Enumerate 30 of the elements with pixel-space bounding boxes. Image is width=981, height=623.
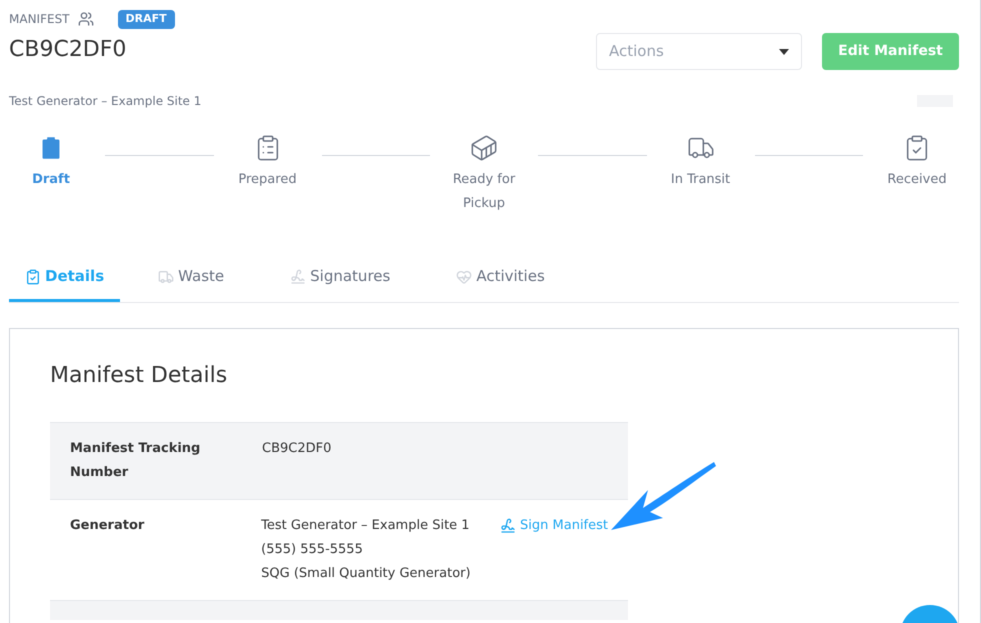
caret-icon bbox=[779, 48, 789, 54]
row-value: Test Generator – Example Site 1 bbox=[261, 517, 471, 535]
row-value: (555) 555-5555 bbox=[261, 541, 364, 559]
step-label: In Transit bbox=[670, 171, 730, 189]
signature-icon bbox=[500, 518, 516, 534]
tab-icon bbox=[25, 268, 41, 284]
people-icon bbox=[78, 11, 94, 28]
actions-select[interactable]: Actions bbox=[596, 33, 802, 70]
eyebrow-label: MANIFEST bbox=[9, 11, 70, 28]
row-label: Manifest Tracking Number bbox=[70, 440, 202, 482]
details-title: Manifest Details bbox=[50, 362, 228, 390]
tab-icon bbox=[456, 268, 472, 284]
row-label: Generator bbox=[70, 517, 146, 535]
step-label: Prepared bbox=[238, 171, 297, 189]
tab[interactable]: Details bbox=[9, 254, 120, 302]
site-subtitle: Test Generator – Example Site 1 bbox=[9, 93, 202, 110]
step-label: Ready for Pickup bbox=[452, 171, 516, 213]
row-value: SQG (Small Quantity Generator) bbox=[261, 565, 472, 583]
manifest-title: CB9C2DF0 bbox=[9, 36, 128, 64]
sign-manifest-link[interactable]: Sign Manifest bbox=[500, 514, 608, 538]
tab[interactable]: Signatures bbox=[262, 254, 418, 302]
tab-icon bbox=[158, 268, 174, 284]
tab[interactable]: Waste bbox=[130, 254, 252, 302]
status-badge: DRAFT bbox=[118, 10, 175, 28]
tab[interactable]: Activities bbox=[428, 254, 573, 302]
step-label: Draft bbox=[32, 171, 70, 189]
row-value: CB9C2DF0 bbox=[262, 440, 332, 458]
edit-manifest-button[interactable]: Edit Manifest bbox=[822, 33, 959, 70]
step-label: Received bbox=[887, 171, 947, 189]
tab-icon bbox=[290, 268, 306, 284]
